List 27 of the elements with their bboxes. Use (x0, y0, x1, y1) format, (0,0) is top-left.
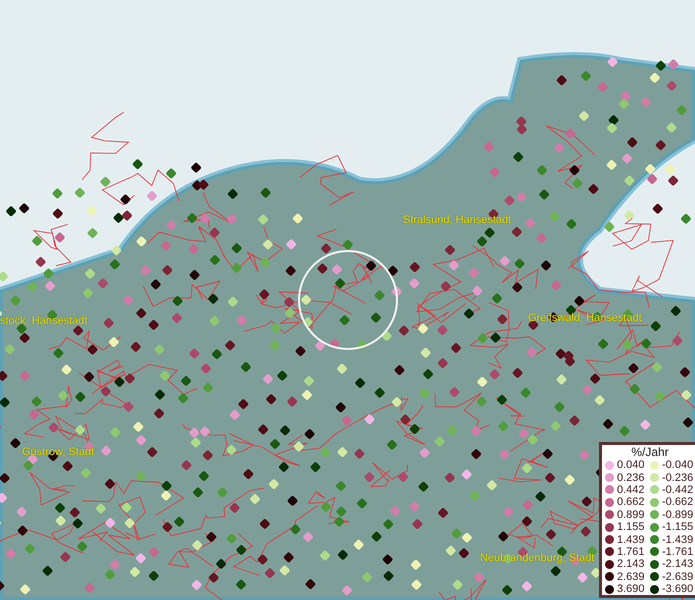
legend-value: -2.639 (662, 570, 694, 583)
legend-value: 1.761 (617, 546, 646, 558)
legend-title: %/Jahr (630, 445, 670, 459)
legend-value: -3.690 (662, 583, 694, 596)
legend-value: -0.236 (662, 472, 694, 484)
legend-value: 2.639 (617, 570, 646, 583)
legend-value: 3.690 (617, 583, 646, 596)
legend-value: 0.899 (617, 508, 646, 521)
legend-value: 1.155 (617, 521, 646, 534)
legend-value: 2.143 (617, 558, 646, 570)
legend-value: 0.040 (617, 459, 646, 472)
legend-value: 1.439 (617, 534, 646, 546)
legend-value: -0.040 (662, 459, 694, 472)
legend-value: 0.662 (617, 496, 646, 508)
legend-value: -0.442 (662, 484, 694, 496)
legend-value: 0.442 (617, 484, 646, 496)
legend-value: 0.236 (617, 472, 646, 484)
place-label: Stralsund, Hansestadt (403, 214, 512, 226)
legend-value: -0.899 (662, 508, 694, 521)
legend-value: -1.155 (662, 521, 694, 534)
legend-value: -1.439 (662, 534, 694, 546)
legend-value: -1.761 (662, 546, 694, 558)
place-label: Güstrow, Stadt (22, 446, 94, 458)
place-label: Neubrandenburg, Stadt (480, 552, 594, 564)
place-label: stock, Hansestadt (0, 315, 88, 327)
legend-value: -0.662 (662, 496, 694, 508)
legend-value: -2.143 (662, 558, 694, 570)
